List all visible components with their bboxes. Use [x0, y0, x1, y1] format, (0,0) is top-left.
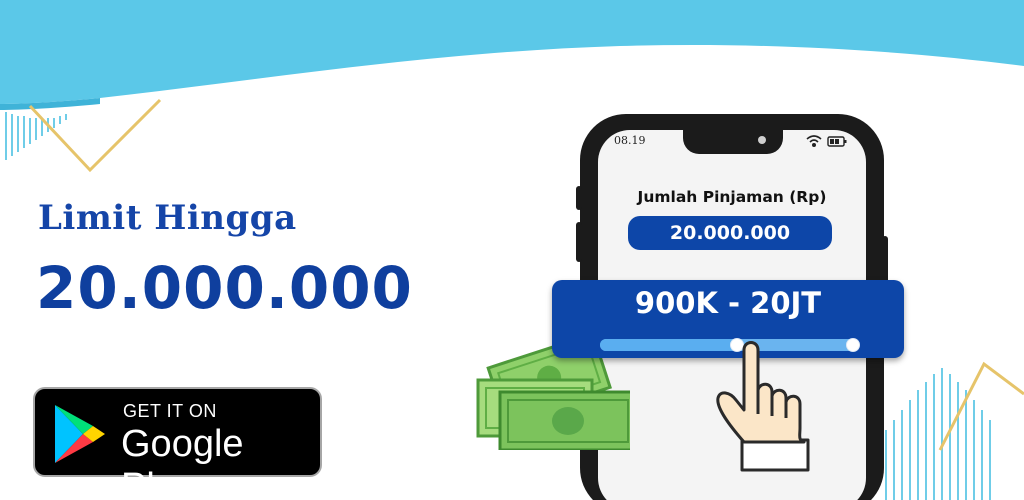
status-icons [806, 135, 847, 148]
left-stripes-decoration [5, 98, 162, 173]
right-stripes-decoration [885, 361, 1024, 500]
battery-icon [827, 136, 847, 147]
promo-banner: Limit Hingga 20.000.000 GET IT ON Google… [0, 0, 1024, 500]
loan-amount-label: Jumlah Pinjaman (Rp) [637, 188, 827, 206]
range-label: 900K - 20JT [634, 286, 822, 320]
phone-side-button [576, 222, 582, 262]
phone-side-button [882, 236, 888, 286]
phone-notch [683, 128, 783, 154]
wifi-icon [806, 135, 822, 148]
phone-side-button [576, 186, 582, 210]
promo-amount: 20.000.000 [36, 254, 413, 322]
badge-store-name: Google Play [121, 423, 244, 500]
slider-end-marker [846, 338, 860, 352]
loan-amount-value: 20.000.000 [628, 216, 832, 250]
pointing-hand-icon [716, 341, 810, 472]
promo-headline: Limit Hingga [38, 198, 297, 238]
status-time: 08.19 [614, 134, 646, 147]
google-play-icon [55, 405, 105, 463]
badge-top-text: GET IT ON [123, 401, 217, 421]
google-play-badge-button[interactable]: GET IT ON Google Play [33, 387, 322, 500]
camera-dot [758, 136, 766, 144]
